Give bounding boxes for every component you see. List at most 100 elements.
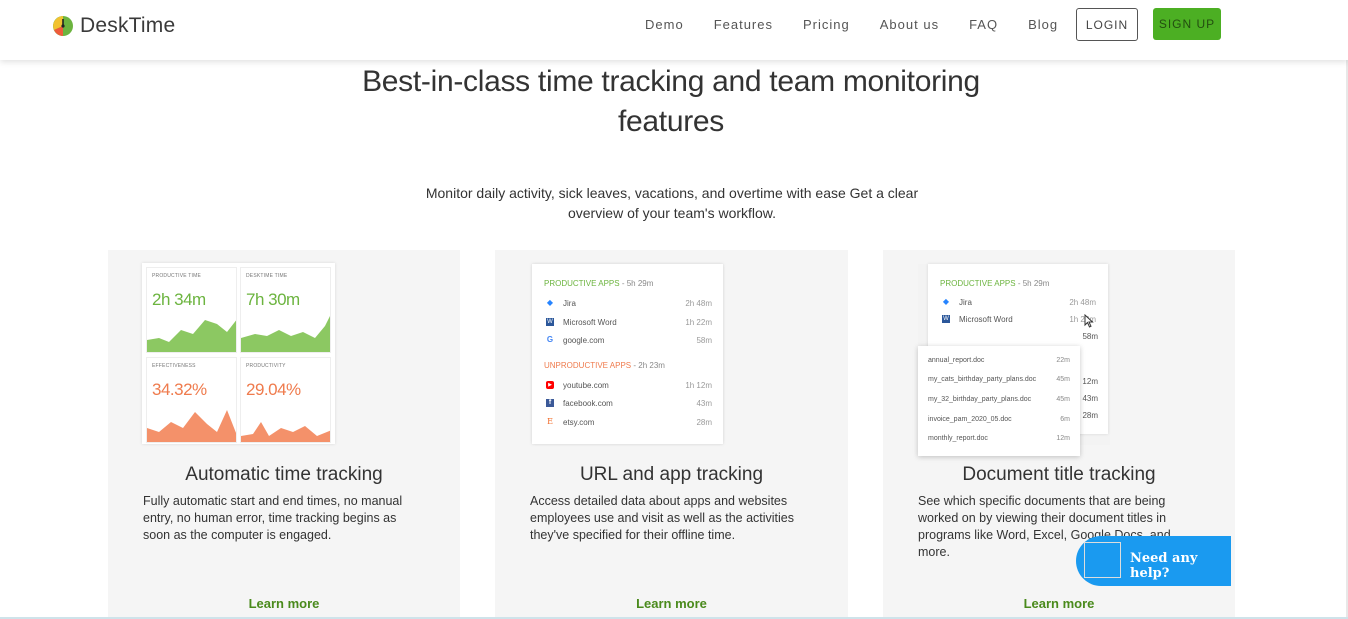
- document-time: 45m: [1056, 396, 1070, 403]
- section-label: UNPRODUCTIVE APPS: [544, 361, 632, 370]
- card-description-line: soon as the computer is engaged.: [143, 528, 332, 542]
- area-chart: [241, 422, 330, 442]
- app-row: ◆ Jira 2h 48m: [546, 297, 712, 309]
- word-icon: W: [942, 315, 950, 323]
- document-name: invoice_pam_2020_05.doc: [928, 416, 1012, 423]
- cursor-icon: [1084, 314, 1094, 328]
- site-header: DeskTime Demo Features Pricing About us …: [0, 0, 1348, 60]
- productive-apps-heading: PRODUCTIVE APPS - 5h 29m: [940, 279, 1049, 288]
- login-button[interactable]: LOGIN: [1076, 8, 1138, 41]
- help-chat-label: Need any help?: [1130, 551, 1198, 581]
- stat-value: 2h 34m: [152, 290, 206, 309]
- nav-features[interactable]: Features: [714, 16, 773, 34]
- page-title-line-1: Best-in-class time tracking and team mon…: [362, 65, 980, 98]
- google-icon: G: [546, 335, 554, 344]
- logo-text: DeskTime: [80, 14, 176, 37]
- page-subtitle: Monitor daily activity, sick leaves, vac…: [400, 183, 944, 223]
- card-title: Automatic time tracking: [185, 464, 383, 485]
- card-description-line: Fully automatic start and end times, no …: [143, 494, 403, 508]
- document-name: my_cats_birthday_party_plans.doc: [928, 376, 1037, 383]
- signup-button[interactable]: SIGN UP: [1153, 8, 1221, 40]
- card-description-line: employees use and visit as well as the a…: [530, 511, 795, 525]
- stat-tile-desktime-time: DESKTIME TIME 7h 30m: [240, 267, 331, 353]
- app-time: 2h 48m: [1069, 297, 1096, 307]
- app-name: facebook.com: [563, 398, 613, 408]
- card-description-line: they've specified for their offline time…: [530, 528, 736, 542]
- section-label: PRODUCTIVE APPS: [544, 279, 620, 288]
- nav-faq[interactable]: FAQ: [969, 16, 998, 34]
- section-duration: - 2h 23m: [633, 361, 665, 370]
- card-description-line: Access detailed data about apps and webs…: [530, 494, 788, 508]
- app-row: E etsy.com 28m: [546, 416, 712, 428]
- learn-more-link[interactable]: Learn more: [108, 596, 460, 611]
- app-time: 2h 48m: [685, 298, 712, 308]
- main-nav: Demo Features Pricing About us FAQ Blog: [645, 16, 1088, 34]
- stat-label: PRODUCTIVITY: [246, 363, 286, 369]
- app-row: W Microsoft Word 1h 22m: [546, 316, 712, 328]
- section-label: PRODUCTIVE APPS: [940, 279, 1016, 288]
- document-name: annual_report.doc: [928, 357, 985, 364]
- app-name: Microsoft Word: [959, 314, 1013, 324]
- document-time: 6m: [1060, 416, 1070, 423]
- etsy-icon: E: [547, 417, 553, 426]
- document-time: 22m: [1056, 357, 1070, 364]
- app-row: ▶ youtube.com 1h 12m: [546, 379, 712, 391]
- app-name: Jira: [959, 297, 972, 307]
- chat-avatar-image: [1084, 542, 1121, 578]
- app-name: etsy.com: [563, 417, 595, 427]
- app-time: 58m: [696, 335, 712, 345]
- page-subtitle-line-2: overview of your team's workflow.: [567, 205, 777, 221]
- logo[interactable]: DeskTime: [52, 14, 175, 38]
- app-time: 28m: [696, 417, 712, 427]
- document-row: monthly_report.doc 12m: [928, 435, 1070, 442]
- learn-more-link[interactable]: Learn more: [495, 596, 848, 611]
- stats-dashboard-image: PRODUCTIVE TIME 2h 34m DESKTIME TIME 7h …: [142, 263, 335, 444]
- document-name: my_32_birthday_party_plans.doc: [928, 396, 1032, 403]
- stat-label: PRODUCTIVE TIME: [152, 273, 202, 279]
- app-time: 1h 22m: [685, 317, 712, 327]
- section-duration: - 5h 29m: [621, 279, 654, 288]
- document-row: invoice_pam_2020_05.doc 6m: [928, 416, 1070, 423]
- app-time: 1h 12m: [685, 380, 712, 390]
- feature-card-url-app-tracking: PRODUCTIVE APPS - 5h 29m ◆ Jira 2h 48m W…: [495, 250, 848, 619]
- stat-value: 29.04%: [246, 380, 301, 399]
- help-chat-widget[interactable]: Need any help?: [1076, 536, 1231, 586]
- stat-tile-productivity: PRODUCTIVITY 29.04%: [240, 357, 331, 443]
- page-title-line-2: features: [618, 105, 724, 138]
- card-description: Fully automatic start and end times, no …: [143, 493, 428, 544]
- stat-tile-effectiveness: EFFECTIVENESS 34.32%: [146, 357, 237, 443]
- app-list-image: PRODUCTIVE APPS - 5h 29m ◆ Jira 2h 48m W…: [532, 264, 723, 444]
- document-popup: annual_report.doc 22m my_cats_birthday_p…: [918, 346, 1080, 456]
- app-name: Jira: [563, 298, 576, 308]
- document-row: my_cats_birthday_party_plans.doc 45m: [928, 376, 1070, 383]
- document-list-image: PRODUCTIVE APPS - 5h 29m ◆ Jira 2h 48m W…: [918, 264, 1110, 456]
- area-chart: [147, 320, 236, 352]
- app-name: Microsoft Word: [563, 317, 617, 327]
- word-icon: W: [546, 318, 554, 326]
- document-name: monthly_report.doc: [928, 435, 988, 442]
- card-description-line: worked on by viewing their document titl…: [918, 511, 1167, 525]
- card-description: Access detailed data about apps and webs…: [530, 493, 815, 544]
- page-title: Best-in-class time tracking and team mon…: [330, 62, 1012, 142]
- page-subtitle-line-1: Monitor daily activity, sick leaves, vac…: [425, 185, 919, 201]
- document-row: annual_report.doc 22m: [928, 357, 1070, 364]
- app-row: f facebook.com 43m: [546, 397, 712, 409]
- card-description-line: See which specific documents that are be…: [918, 494, 1166, 508]
- app-row: W Microsoft Word 1h 22m: [942, 313, 1096, 325]
- stat-label: EFFECTIVENESS: [152, 363, 196, 369]
- productive-apps-heading: PRODUCTIVE APPS - 5h 29m: [544, 279, 653, 288]
- nav-about-us[interactable]: About us: [880, 16, 939, 34]
- document-row: my_32_birthday_party_plans.doc 45m: [928, 396, 1070, 403]
- nav-blog[interactable]: Blog: [1028, 16, 1058, 34]
- nav-demo[interactable]: Demo: [645, 16, 684, 34]
- learn-more-link[interactable]: Learn more: [883, 596, 1235, 611]
- app-name: google.com: [563, 335, 605, 345]
- stat-label: DESKTIME TIME: [246, 273, 288, 279]
- nav-pricing[interactable]: Pricing: [803, 16, 850, 34]
- stat-value: 34.32%: [152, 380, 207, 399]
- section-duration: - 5h 29m: [1017, 279, 1050, 288]
- app-name: youtube.com: [563, 380, 609, 390]
- feature-card-automatic-time-tracking: PRODUCTIVE TIME 2h 34m DESKTIME TIME 7h …: [108, 250, 460, 619]
- jira-icon: ◆: [942, 297, 950, 306]
- stat-value: 7h 30m: [246, 290, 300, 309]
